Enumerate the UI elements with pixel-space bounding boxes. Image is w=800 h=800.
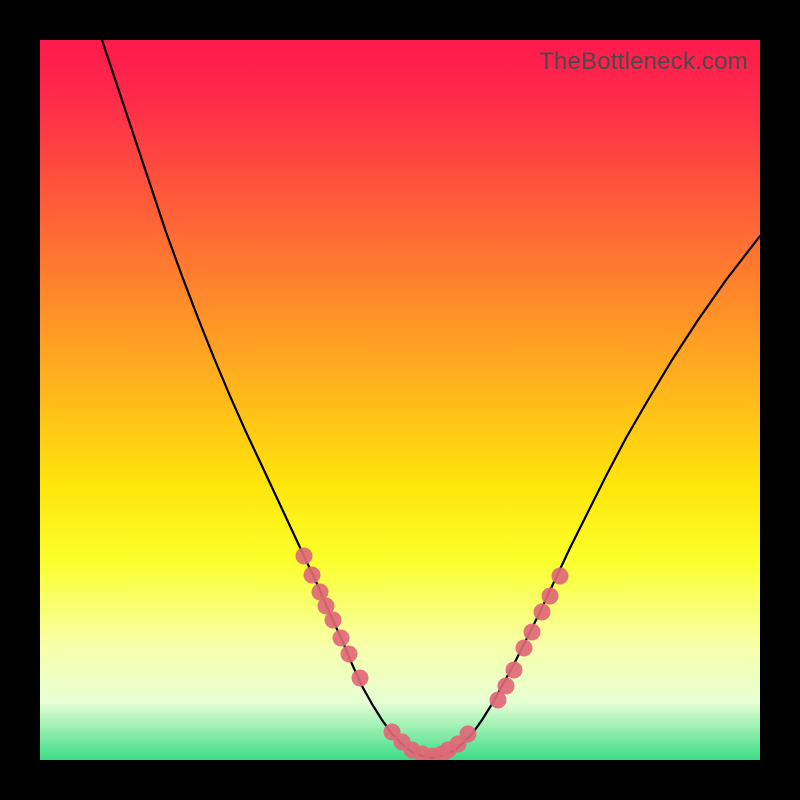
- data-point: [534, 604, 551, 621]
- data-point: [341, 646, 358, 663]
- plot-area: TheBottleneck.com: [40, 40, 760, 760]
- data-point: [352, 670, 369, 687]
- chart-frame: TheBottleneck.com: [0, 0, 800, 800]
- data-point: [333, 630, 350, 647]
- data-point: [516, 640, 533, 657]
- data-points: [296, 548, 569, 761]
- data-point: [325, 612, 342, 629]
- curve-layer: [40, 40, 760, 760]
- data-point: [296, 548, 313, 565]
- data-point: [506, 662, 523, 679]
- data-point: [304, 567, 321, 584]
- data-point: [524, 624, 541, 641]
- data-point: [542, 588, 559, 605]
- data-point: [498, 678, 515, 695]
- bottleneck-curve: [102, 40, 760, 758]
- data-point: [460, 726, 477, 743]
- watermark-label: TheBottleneck.com: [539, 48, 748, 76]
- data-point: [552, 568, 569, 585]
